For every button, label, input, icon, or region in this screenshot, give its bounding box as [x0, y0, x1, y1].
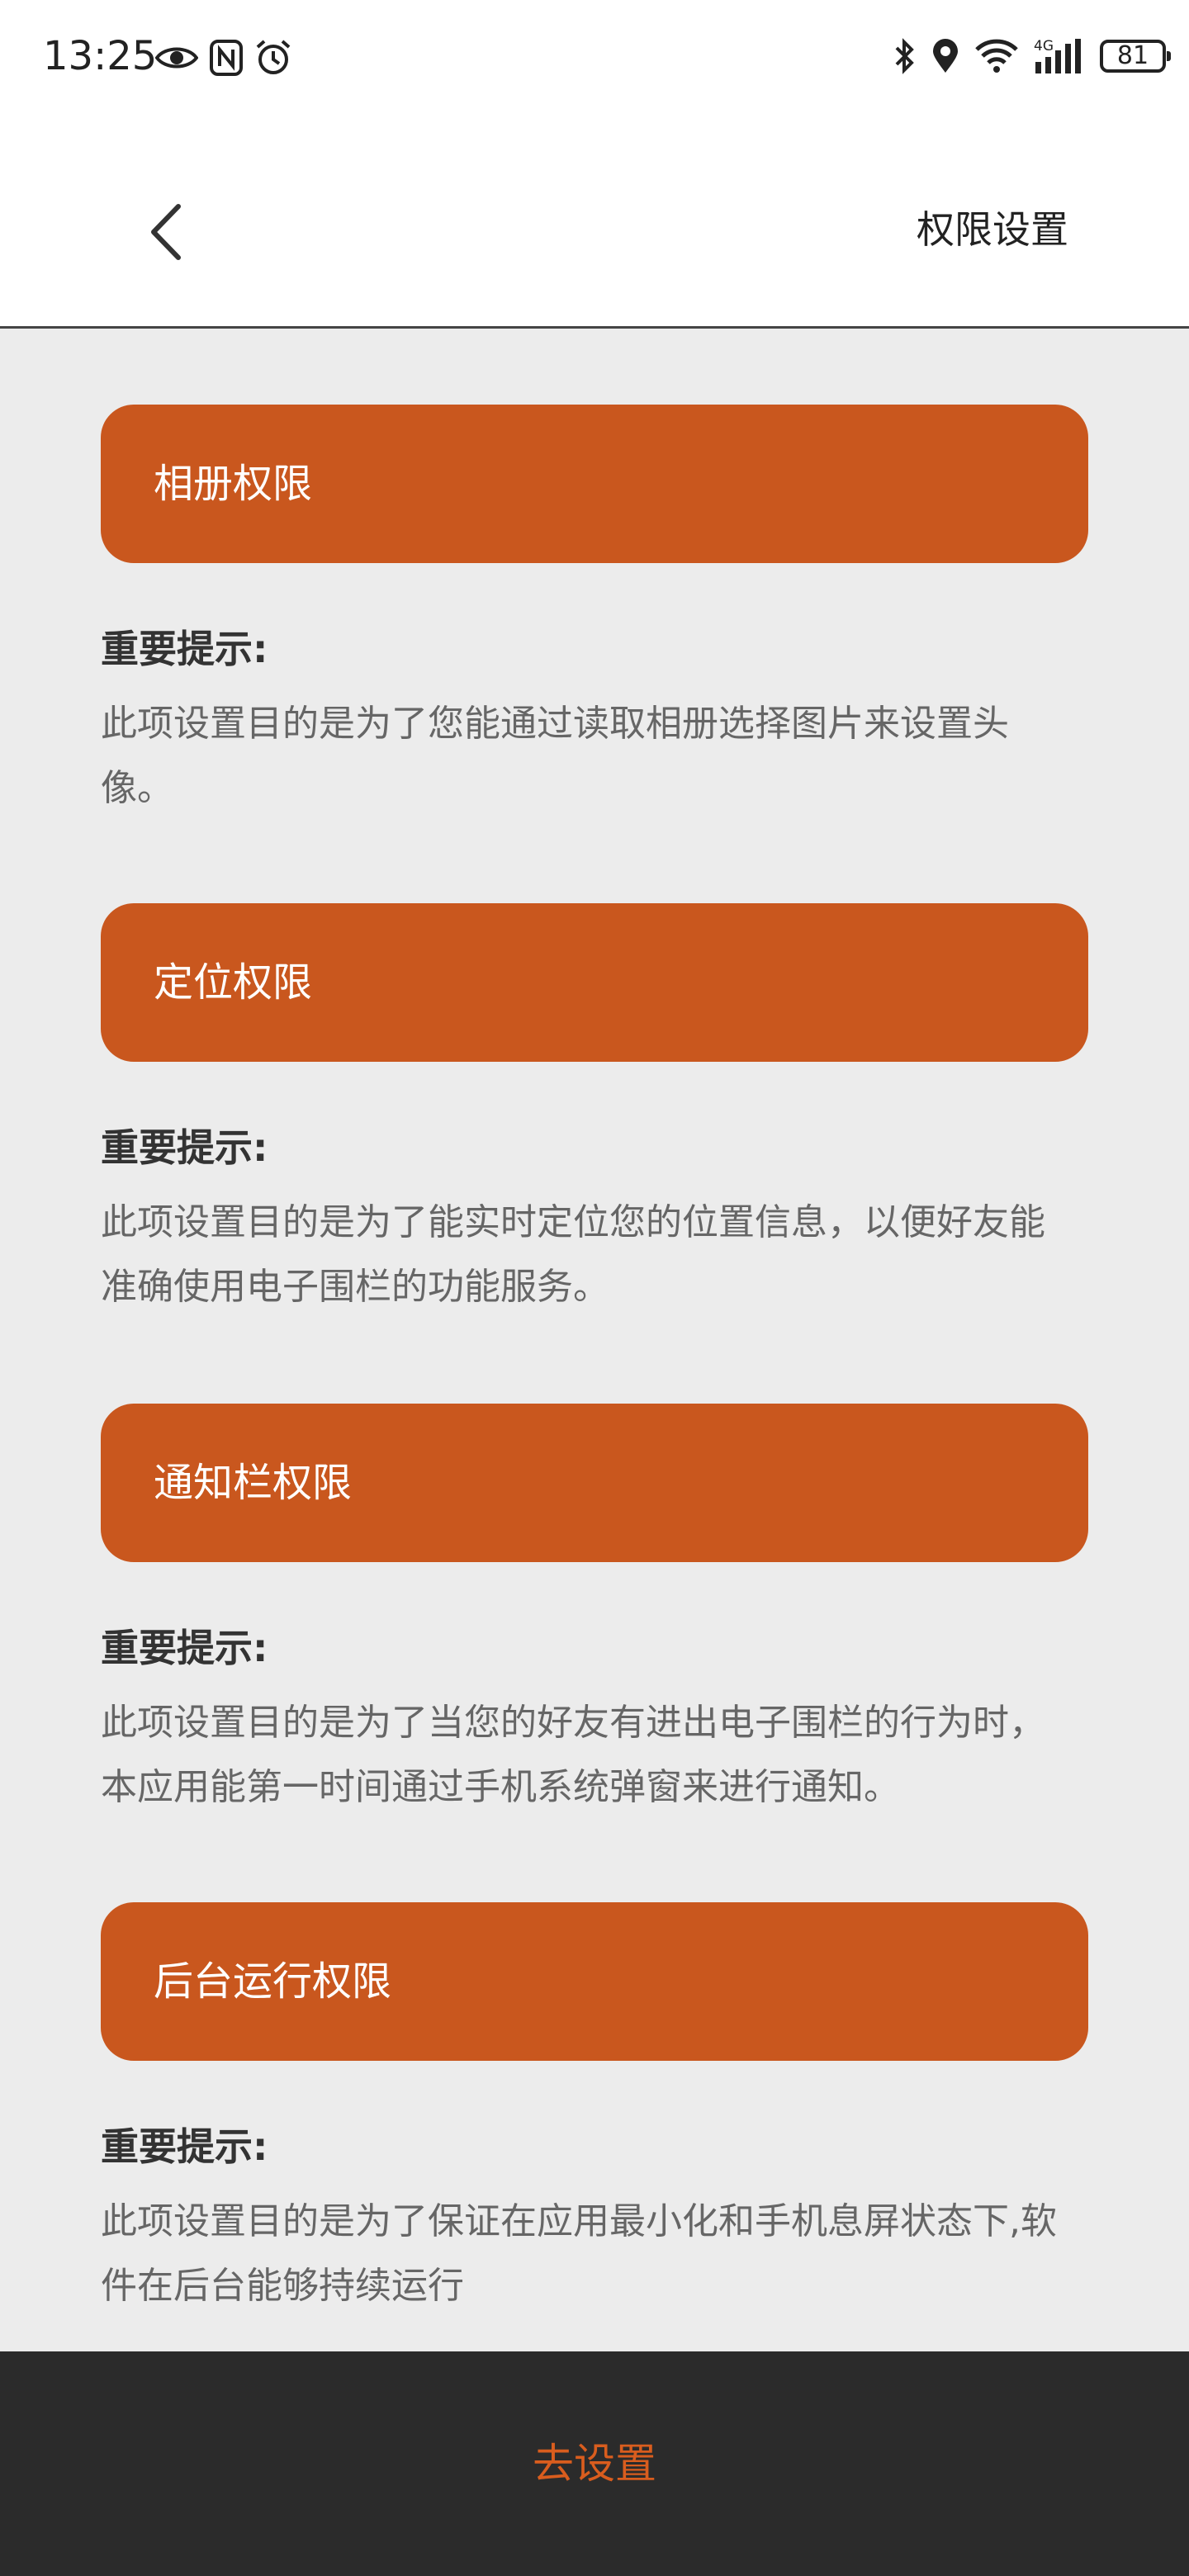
section-location: 定位权限 重要提示: 此项设置目的是为了能实时定位您的位置信息，以便好友能准确使… [101, 903, 1088, 1319]
status-bar: 13:25 4G 81 [0, 0, 1189, 112]
tip-title: 重要提示: [101, 1626, 268, 1670]
tip-text: 此项设置目的是为了保证在应用最小化和手机息屏状态下,软件在后台能够持续运行 [101, 2200, 1057, 2307]
back-button[interactable] [132, 195, 198, 269]
tip-title: 重要提示: [101, 627, 268, 671]
permissions-list: 相册权限 重要提示: 此项设置目的是为了您能通过读取相册选择图片来设置头像。 定… [0, 329, 1189, 2351]
signal-4g-icon: 4G [1034, 38, 1081, 73]
nfc-icon [210, 40, 243, 76]
section-album: 相册权限 重要提示: 此项设置目的是为了您能通过读取相册选择图片来设置头像。 [101, 405, 1088, 821]
status-left-icons [155, 33, 292, 83]
battery-level: 81 [1116, 41, 1149, 70]
location-icon [933, 39, 958, 73]
bluetooth-icon [895, 38, 914, 74]
chevron-left-icon [151, 204, 181, 260]
tip-text: 此项设置目的是为了能实时定位您的位置信息，以便好友能准确使用电子围栏的功能服务。 [101, 1201, 1045, 1308]
notification-permission-button[interactable]: 通知栏权限 [101, 1404, 1088, 1562]
go-settings-button[interactable]: 去设置 [0, 2351, 1189, 2576]
tip-text: 此项设置目的是为了当您的好友有进出电子围栏的行为时，本应用能第一时间通过手机系统… [101, 1702, 1045, 1808]
tip-title: 重要提示: [101, 1125, 268, 1170]
status-right-icons: 4G 81 [893, 30, 1171, 83]
tip-title: 重要提示: [101, 2124, 268, 2169]
go-settings-label: 去设置 [533, 2440, 656, 2488]
battery-icon: 81 [1100, 40, 1171, 73]
album-permission-button[interactable]: 相册权限 [101, 405, 1088, 563]
header: 权限设置 [0, 112, 1189, 329]
location-permission-button[interactable]: 定位权限 [101, 903, 1088, 1062]
section-background-run: 后台运行权限 重要提示: 此项设置目的是为了保证在应用最小化和手机息屏状态下,软… [101, 1902, 1088, 2318]
eye-icon [155, 47, 198, 69]
tip-text: 此项设置目的是为了您能通过读取相册选择图片来设置头像。 [101, 703, 1009, 809]
alarm-icon [256, 40, 291, 74]
page-title: 权限设置 [917, 207, 1068, 252]
section-notification: 通知栏权限 重要提示: 此项设置目的是为了当您的好友有进出电子围栏的行为时，本应… [101, 1404, 1088, 1820]
svg-text:4G: 4G [1034, 38, 1054, 54]
wifi-icon [975, 39, 1018, 73]
status-time: 13:25 [43, 33, 158, 79]
background-run-permission-button[interactable]: 后台运行权限 [101, 1902, 1088, 2061]
